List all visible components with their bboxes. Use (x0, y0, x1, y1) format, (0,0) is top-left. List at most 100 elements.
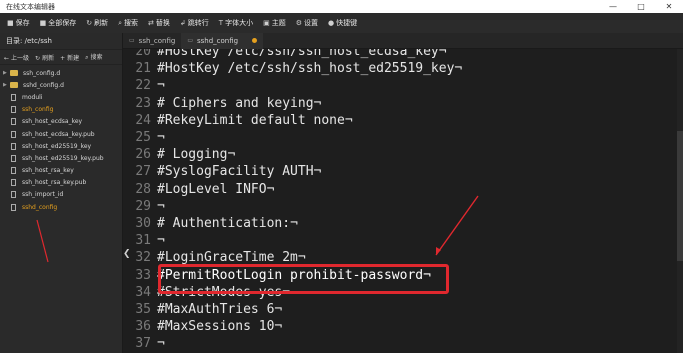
newline-marker: ¬ (157, 198, 165, 214)
code-line[interactable]: 31 ¬ (123, 232, 683, 249)
search-icon: ⌕ (118, 18, 123, 27)
file-tree-item[interactable]: ssh_host_ed25519_key (0, 140, 122, 152)
toolbar-save-button[interactable]: ■ 保存 (2, 13, 35, 33)
file-tree: ▶ ssh_config.d ▶ sshd_config.d moduli ssh_con… (0, 65, 122, 213)
line-number: 35 (135, 302, 151, 317)
newline-marker: ¬ (157, 336, 165, 352)
code-line[interactable]: 25 ¬ (123, 129, 683, 146)
code-line[interactable]: 20 #HostKey /etc/ssh/ssh_host_ecdsa_key ¬ (123, 49, 683, 60)
file-tree-item[interactable]: ssh_host_rsa_key (0, 165, 122, 177)
folder-icon (10, 70, 18, 77)
line-number: 31 (135, 233, 151, 249)
code-line[interactable]: 26 # Logging ¬ (123, 146, 683, 163)
maximize-button[interactable]: □ (627, 0, 655, 13)
file-tree-item[interactable]: ssh_host_rsa_key.pub (0, 177, 122, 189)
line-text: #RekeyLimit default none (157, 112, 345, 128)
newline-marker: ¬ (157, 233, 165, 249)
toolbar-shortcut-button[interactable]: ● 快捷键 (323, 13, 362, 33)
toolbar-label: 搜索 (124, 19, 139, 27)
tab-ssh-config[interactable]: ▭ ssh_config (123, 33, 181, 49)
code-line[interactable]: 37 ¬ (123, 335, 683, 352)
directory-path: 目录: /etc/ssh (0, 33, 122, 50)
chevron-right-icon[interactable]: ▶ (3, 82, 10, 88)
file-icon (11, 93, 16, 101)
toolbar-settings-button[interactable]: ⚙ 设置 (291, 13, 323, 33)
file-icon (11, 106, 16, 114)
line-text: #HostKey /etc/ssh/ssh_host_ecdsa_key (157, 49, 439, 59)
file-tree-item[interactable]: ssh_host_ed25519_key.pub (0, 152, 122, 164)
unsaved-dot-icon[interactable] (252, 38, 258, 43)
shortcut-icon: ● (327, 19, 335, 27)
code-line[interactable]: 27 #SyslogFacility AUTH ¬ (123, 163, 683, 180)
toolbar-save-all-button[interactable]: ■ 全部保存 (35, 13, 82, 33)
newline-marker: ¬ (157, 130, 165, 145)
line-number: 21 (135, 61, 151, 77)
file-icon (11, 130, 16, 138)
file-icon: ▭ (129, 37, 135, 44)
code-line[interactable]: 21 #HostKey /etc/ssh/ssh_host_ed25519_key… (123, 60, 683, 77)
file-tree-item[interactable]: ssh_host_ecdsa_key.pub (0, 128, 122, 140)
code-line[interactable]: 28 #LogLevel INFO ¬ (123, 181, 683, 198)
sidebar-action-1[interactable]: ↻ 刷新 (35, 53, 54, 62)
file-icon (11, 142, 16, 150)
sidebar-action-2[interactable]: + 新建 (60, 53, 79, 62)
window-controls: — □ ✕ (599, 0, 683, 13)
file-tree-item[interactable]: ssh_import_id (0, 189, 122, 201)
code-line[interactable]: 35 #MaxAuthTries 6 ¬ (123, 301, 683, 318)
file-tree-label: ssh_host_rsa_key.pub (22, 179, 87, 187)
newline-marker: ¬ (157, 78, 165, 94)
file-tree-item[interactable]: moduli (0, 91, 122, 103)
file-tree-label: ssh_host_ecdsa_key.pub (22, 130, 95, 138)
toolbar-label: 保存 (15, 19, 30, 27)
line-text: #HostKey /etc/ssh/ssh_host_ed25519_key (157, 61, 455, 77)
toolbar-replace-button[interactable]: ⇄ 替换 (143, 13, 175, 33)
toolbar-search-button[interactable]: ⌕ 搜索 (113, 13, 143, 33)
code-line[interactable]: 24 #RekeyLimit default none ¬ (123, 112, 683, 129)
close-button[interactable]: ✕ (655, 0, 683, 13)
code-editor[interactable]: 37 ¬ 36 #MaxSessions 10 ¬ 35 #MaxAuthTries 6 ¬ 3… (123, 49, 683, 353)
toolbar-font-size-button[interactable]: T 字体大小 (214, 13, 258, 33)
toolbar-refresh-button[interactable]: ↻ 刷新 (81, 13, 113, 33)
title-bar: 在线文本编辑器 — □ ✕ (0, 0, 683, 13)
sidebar-action-0[interactable]: ← 上一级 (4, 53, 29, 62)
toolbar-theme-button[interactable]: ▣ 主题 (258, 13, 291, 33)
save-icon: ■ (7, 19, 14, 27)
newline-marker: ¬ (274, 302, 283, 317)
tab-sshd-config[interactable]: ▭ sshd_config (181, 32, 264, 49)
toolbar-label: 设置 (303, 19, 318, 27)
file-tree-label: sshd_config.d (23, 81, 64, 89)
code-line[interactable]: 23 # Ciphers and keying ¬ (123, 95, 683, 112)
newline-marker: ¬ (274, 319, 283, 335)
file-tree-label: ssh_host_ed25519_key (22, 142, 92, 150)
code-line[interactable]: 29 ¬ (123, 198, 683, 215)
sidebar-action-3[interactable]: ⌕ 搜索 (85, 52, 102, 62)
tab-label: ssh_config (138, 36, 176, 45)
line-number: 27 (135, 164, 151, 180)
code-line[interactable]: 30 # Authentication: ¬ (123, 215, 683, 232)
sidebar-action-label: 刷新 (42, 54, 55, 62)
file-tree-label: ssh_config (22, 106, 54, 114)
file-icon (11, 167, 16, 175)
file-tree-item[interactable]: ▶ sshd_config.d (0, 79, 122, 91)
sidebar-action-icon: ← (4, 54, 10, 62)
code-line[interactable]: 22 ¬ (123, 77, 683, 94)
chevron-right-icon[interactable]: ▶ (3, 70, 10, 76)
file-tree-label: ssh_host_ed25519_key.pub (22, 154, 104, 162)
refresh-icon: ↻ (86, 19, 93, 27)
toolbar-goto-line-button[interactable]: ↲ 跳转行 (175, 13, 214, 33)
file-icon (11, 191, 16, 199)
code-line[interactable]: 36 #MaxSessions 10 ¬ (123, 318, 683, 335)
file-tree-item[interactable]: sshd_config (0, 201, 122, 213)
file-tree-item[interactable]: ▶ ssh_config.d (0, 67, 122, 79)
file-tree-label: moduli (22, 93, 43, 101)
scrollbar-thumb[interactable] (677, 131, 683, 261)
collapse-sidebar-icon[interactable]: ❮ (123, 249, 131, 259)
line-number: 36 (135, 319, 151, 335)
file-tree-item[interactable]: ssh_host_ecdsa_key (0, 116, 122, 128)
newline-marker: ¬ (438, 49, 447, 59)
theme-icon: ▣ (263, 19, 270, 27)
folder-icon (10, 82, 18, 89)
minimize-button[interactable]: — (599, 0, 627, 13)
sidebar-action-icon: + (60, 54, 66, 62)
file-tree-item[interactable]: ssh_config (0, 104, 122, 116)
